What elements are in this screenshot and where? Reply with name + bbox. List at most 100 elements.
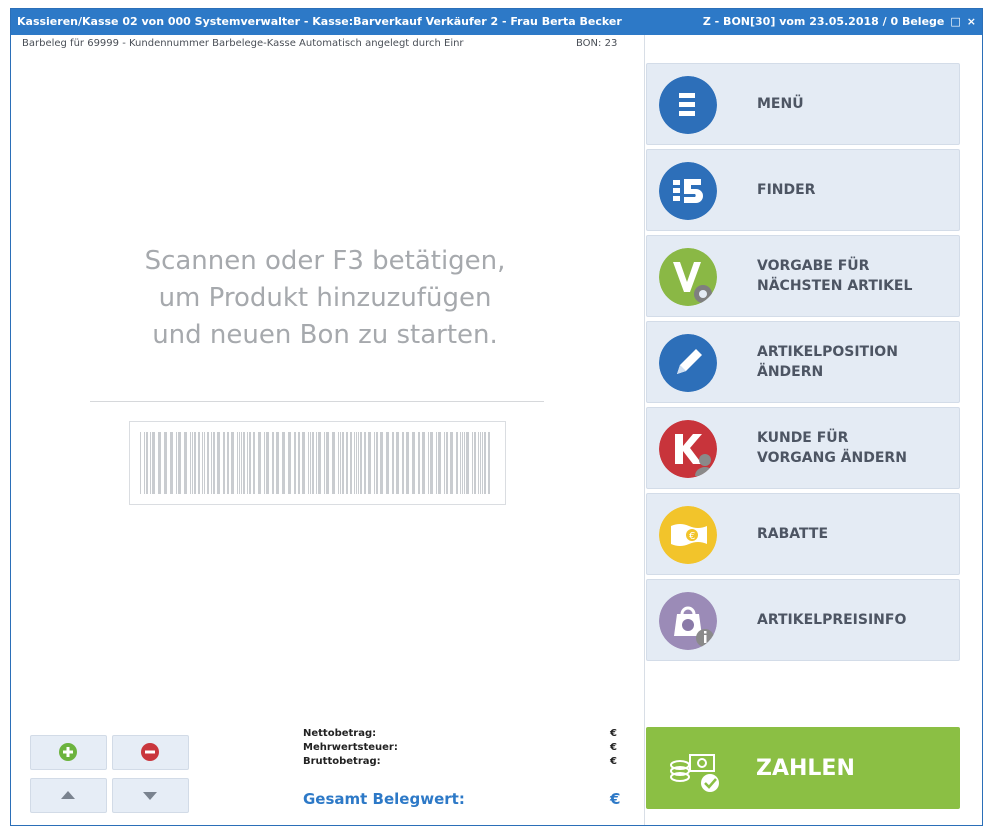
barcode-stripe — [444, 432, 445, 494]
netto-currency: € — [610, 728, 617, 739]
change-customer-label-line2: VORGANG ÄNDERN — [757, 450, 907, 466]
pay-button[interactable]: ZAHLEN — [646, 727, 960, 809]
divider — [90, 401, 544, 402]
barcode-stripe — [217, 432, 220, 494]
barcode-stripe — [264, 432, 265, 494]
menu-icon — [659, 76, 717, 134]
barcode-stripe — [364, 432, 366, 494]
barcode-stripe — [380, 432, 383, 494]
scan-instructions: Scannen oder F3 betätigen, um Produkt hi… — [100, 243, 550, 354]
menu-label: MENÜ — [757, 96, 804, 112]
barcode-stripe — [247, 432, 248, 494]
barcode-stripe — [360, 432, 362, 494]
finder-icon — [659, 162, 717, 220]
barcode-stripe — [302, 432, 305, 494]
customer-icon — [659, 420, 717, 478]
menu-button[interactable]: MENÜ — [646, 63, 960, 145]
barcode-stripe — [158, 432, 161, 494]
discounts-label: RABATTE — [757, 526, 829, 542]
barcode-stripe — [170, 432, 173, 494]
add-quantity-button[interactable] — [30, 735, 107, 770]
barcode-stripe — [312, 432, 314, 494]
barcode-stripe — [211, 432, 212, 494]
barcode-stripe — [450, 432, 453, 494]
barcode-stripe — [464, 432, 465, 494]
barcode-stripe — [428, 432, 429, 494]
brutto-label: Bruttobetrag: — [303, 756, 381, 767]
finder-button[interactable]: FINDER — [646, 149, 960, 231]
barcode-stripe — [150, 432, 151, 494]
pencil-icon — [659, 334, 717, 392]
barcode-stripe — [466, 432, 469, 494]
barcode-icon — [140, 432, 490, 494]
barcode-stripe — [460, 432, 461, 494]
barcode-stripe — [294, 432, 296, 494]
barcode-stripe — [243, 432, 245, 494]
barcode-stripe — [474, 432, 476, 494]
barcode-stripe — [436, 432, 437, 494]
move-up-button[interactable] — [30, 778, 107, 813]
finder-label: FINDER — [757, 182, 816, 198]
preset-label-line2: NÄCHSTEN ARTIKEL — [757, 278, 913, 294]
barcode-stripe — [402, 432, 404, 494]
barcode-stripe — [288, 432, 291, 494]
scan-line-3: und neuen Bon zu starten. — [152, 320, 498, 350]
title-bar: Kassieren/Kasse 02 von 000 Systemverwalt… — [11, 9, 982, 35]
barcode-stripe — [237, 432, 238, 494]
remove-quantity-button[interactable] — [112, 735, 189, 770]
barcode-stripe — [207, 432, 209, 494]
maximize-button[interactable]: □ — [950, 15, 960, 28]
barcode-stripe — [338, 432, 339, 494]
barcode-stripe — [258, 432, 261, 494]
barcode-stripe — [194, 432, 196, 494]
preset-next-article-button[interactable]: VORGABE FÜR NÄCHSTEN ARTIKEL — [646, 235, 960, 317]
preset-label-line1: VORGABE FÜR — [757, 258, 870, 274]
barcode-stripe — [223, 432, 225, 494]
barcode-stripe — [418, 432, 420, 494]
barcode-stripe — [231, 432, 234, 494]
edit-position-label-line2: ÄNDERN — [757, 364, 824, 380]
netto-label: Nettobetrag: — [303, 728, 377, 739]
barcode-stripe — [350, 432, 352, 494]
receipt-info: Barbeleg für 69999 - Kundennummer Barbel… — [22, 38, 464, 49]
barcode-stripe — [198, 432, 200, 494]
barcode-stripe — [326, 432, 329, 494]
edit-position-button[interactable]: ARTIKELPOSITION ÄNDERN — [646, 321, 960, 403]
gesamt-currency: € — [610, 790, 621, 808]
barcode-stripe — [176, 432, 177, 494]
arrow-up-icon — [61, 791, 75, 799]
discounts-button[interactable]: € RABATTE — [646, 493, 960, 575]
barcode-stripe — [484, 432, 486, 494]
barcode-stripe — [253, 432, 255, 494]
barcode-stripe — [190, 432, 191, 494]
barcode-stripe — [227, 432, 229, 494]
close-button[interactable]: × — [967, 15, 976, 28]
window-status: Z - BON[30] vom 23.05.2018 / 0 Belege — [702, 15, 945, 28]
barcode-stripe — [266, 432, 269, 494]
barcode-stripe — [282, 432, 285, 494]
barcode-stripe — [422, 432, 425, 494]
barcode-stripe — [140, 432, 141, 494]
price-info-button[interactable]: ARTIKELPREISINFO — [646, 579, 960, 661]
minus-icon — [141, 743, 159, 761]
barcode-stripe — [146, 432, 148, 494]
barcode-stripe — [354, 432, 355, 494]
barcode-stripe — [472, 432, 473, 494]
barcode-stripe — [192, 432, 193, 494]
preset-icon — [659, 248, 717, 306]
barcode-stripe — [318, 432, 321, 494]
barcode-stripe — [298, 432, 300, 494]
barcode-stripe — [446, 432, 448, 494]
barcode-stripe — [272, 432, 274, 494]
barcode-stripe — [340, 432, 341, 494]
discount-icon: € — [659, 506, 717, 564]
barcode-stripe — [144, 432, 145, 494]
move-down-button[interactable] — [112, 778, 189, 813]
arrow-down-icon — [143, 792, 157, 800]
bon-number: BON: 23 — [576, 38, 618, 49]
scan-line-1: Scannen oder F3 betätigen, — [144, 246, 506, 276]
barcode-stripe — [412, 432, 415, 494]
pay-label: ZAHLEN — [756, 755, 855, 781]
barcode-stripe — [356, 432, 357, 494]
change-customer-button[interactable]: KUNDE FÜR VORGANG ÄNDERN — [646, 407, 960, 489]
